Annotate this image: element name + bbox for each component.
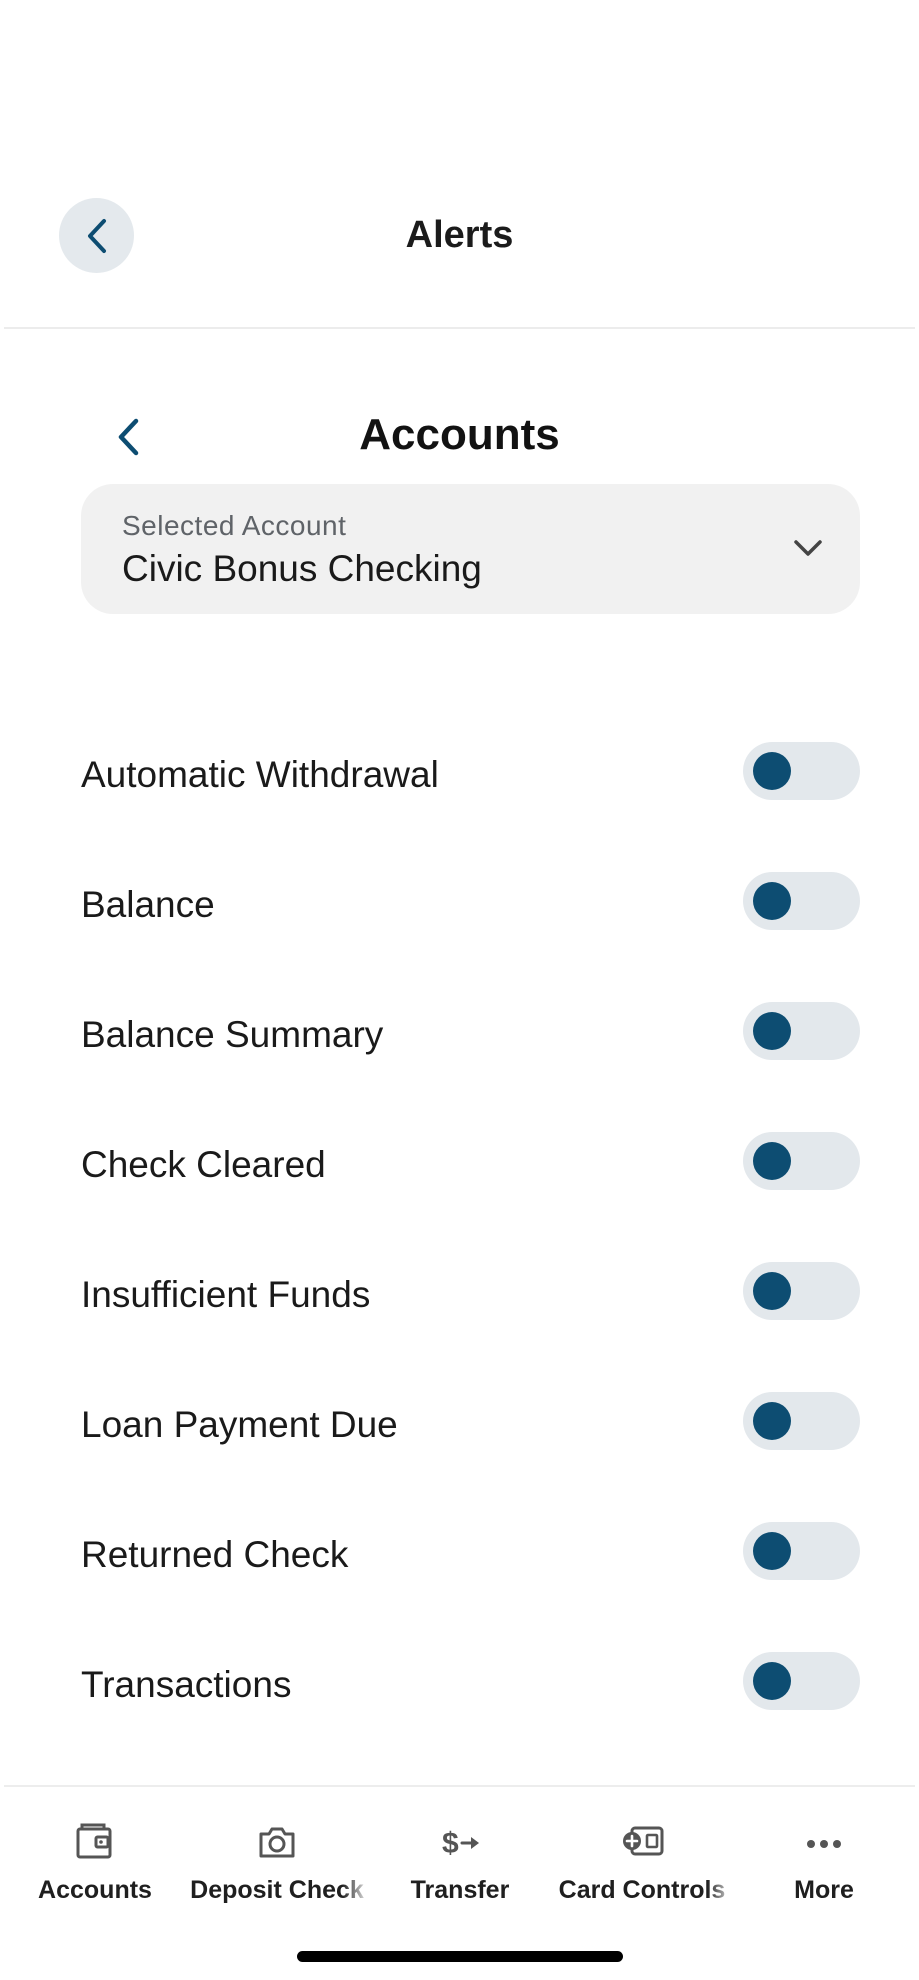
alert-label: Check Cleared (81, 1144, 326, 1185)
header-divider (4, 327, 915, 329)
toggle-knob (753, 1142, 791, 1180)
tab-transfer[interactable]: $ Transfer (385, 1808, 535, 1908)
tab-accounts[interactable]: Accounts (20, 1808, 170, 1908)
tab-card-controls[interactable]: Card Controls (549, 1808, 735, 1908)
toggle-knob (753, 1532, 791, 1570)
card-control-icon (623, 1826, 664, 1856)
tab-label: Deposit Check (190, 1876, 364, 1904)
alert-row: Loan Payment Due (81, 1392, 860, 1462)
alert-toggle[interactable] (743, 872, 860, 930)
more-dots-icon (807, 1840, 841, 1848)
tab-label: Accounts (38, 1876, 152, 1904)
alert-row: Balance (81, 872, 860, 942)
alert-toggle[interactable] (743, 742, 860, 800)
toggle-knob (753, 882, 791, 920)
alert-row: Balance Summary (81, 1002, 860, 1072)
camera-icon (259, 1827, 295, 1858)
home-indicator (297, 1951, 623, 1962)
alert-label: Loan Payment Due (81, 1404, 398, 1445)
section-title: Accounts (359, 410, 560, 459)
alert-row: Returned Check (81, 1522, 860, 1592)
chevron-down-icon (794, 540, 822, 556)
alert-row: Automatic Withdrawal (81, 742, 860, 812)
account-selector[interactable]: Selected Account Civic Bonus Checking (81, 484, 860, 614)
svg-text:$: $ (442, 1827, 459, 1860)
alert-label: Automatic Withdrawal (81, 754, 439, 795)
wallet-icon (76, 1823, 112, 1859)
toggle-knob (753, 752, 791, 790)
tab-more[interactable]: More (749, 1808, 899, 1908)
tabbar-divider (4, 1785, 915, 1787)
alert-label: Balance (81, 884, 215, 925)
alert-toggle[interactable] (743, 1002, 860, 1060)
alert-toggle[interactable] (743, 1262, 860, 1320)
alert-toggle[interactable] (743, 1652, 860, 1710)
tab-label: More (794, 1876, 854, 1904)
page-title: Alerts (405, 214, 514, 256)
selector-value: Civic Bonus Checking (122, 548, 482, 589)
alert-label: Insufficient Funds (81, 1274, 371, 1315)
alert-toggle[interactable] (743, 1132, 860, 1190)
alert-row: Check Cleared (81, 1132, 860, 1202)
tab-deposit-check[interactable]: Deposit Check (184, 1808, 370, 1908)
toggle-knob (753, 1662, 791, 1700)
alert-label: Returned Check (81, 1534, 349, 1575)
tab-label: Card Controls (558, 1876, 726, 1904)
tab-label: Transfer (410, 1876, 510, 1904)
toggle-knob (753, 1402, 791, 1440)
toggle-knob (753, 1272, 791, 1310)
alert-row: Transactions (81, 1652, 860, 1722)
alert-toggle[interactable] (743, 1392, 860, 1450)
alert-toggle[interactable] (743, 1522, 860, 1580)
alert-label: Balance Summary (81, 1014, 384, 1055)
alert-label: Transactions (81, 1664, 292, 1705)
toggle-knob (753, 1012, 791, 1050)
selector-label: Selected Account (122, 510, 347, 541)
dollar-transfer-icon: $ (442, 1827, 479, 1860)
alert-row: Insufficient Funds (81, 1262, 860, 1332)
